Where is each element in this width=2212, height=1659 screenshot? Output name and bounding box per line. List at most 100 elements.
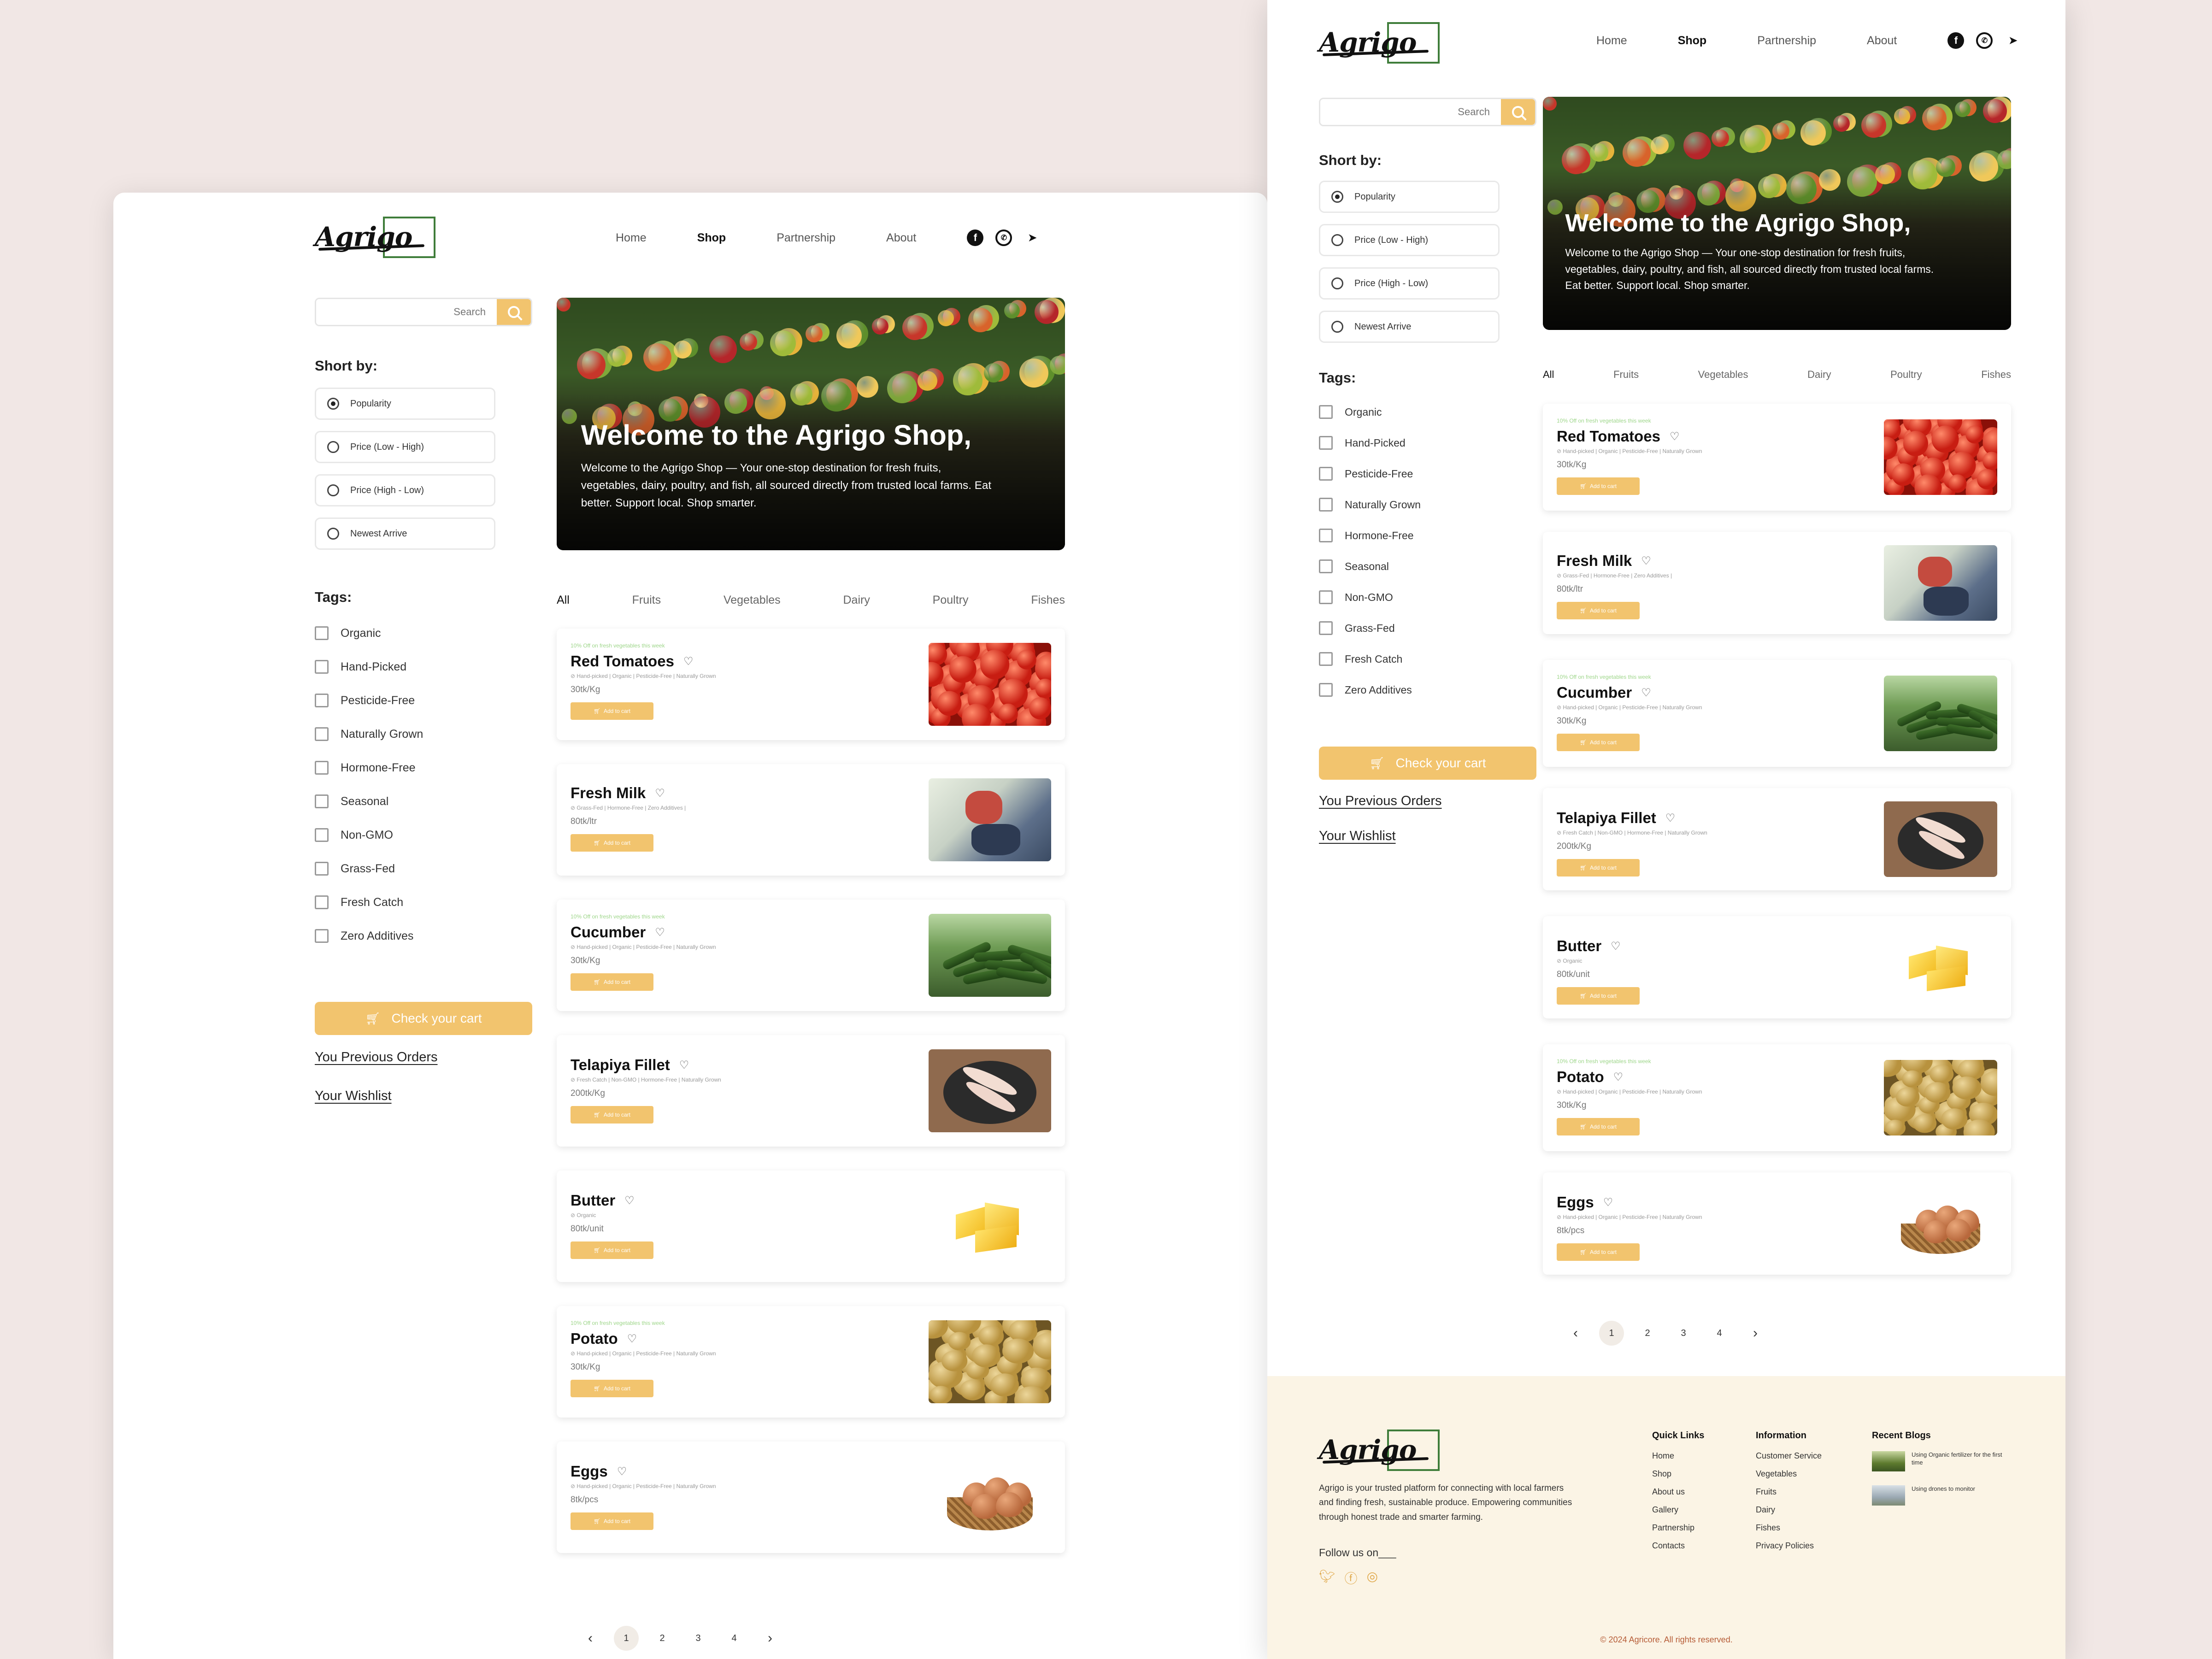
heart-icon[interactable]: ♡ [655,926,665,939]
heart-icon[interactable]: ♡ [617,1465,627,1478]
prev-page-button[interactable]: ‹ [1563,1321,1588,1346]
nav-partnership[interactable]: Partnership [1757,34,1816,47]
checkbox[interactable] [315,862,329,876]
tab-fruits[interactable]: Fruits [632,594,661,607]
sort-option-price-low-high[interactable]: Price (Low - High) [1319,224,1500,256]
tag-filter-fresh-catch[interactable]: Fresh Catch [1319,651,1421,667]
heart-icon[interactable]: ♡ [679,1059,689,1072]
tag-filter-non-gmo[interactable]: Non-GMO [315,827,423,843]
checkbox[interactable] [1319,529,1333,542]
nav-shop[interactable]: Shop [1678,34,1707,47]
checkbox[interactable] [1319,498,1333,512]
footer-link-fruits[interactable]: Fruits [1756,1487,1822,1505]
check-cart-button[interactable]: 🛒︎ Check your cart [1319,747,1536,780]
footer-link-partnership[interactable]: Partnership [1652,1523,1704,1541]
heart-icon[interactable]: ♡ [624,1194,635,1207]
add-to-cart-button[interactable]: 🛒︎ Add to cart [571,1380,653,1397]
nav-about[interactable]: About [1867,34,1897,47]
search-input[interactable] [1320,99,1501,125]
instagram-icon[interactable]: ◎ [1367,1569,1378,1587]
tag-filter-pesticide-free[interactable]: Pesticide-Free [1319,465,1421,482]
search-input[interactable] [316,299,497,325]
checkbox[interactable] [1319,652,1333,666]
add-to-cart-button[interactable]: 🛒︎ Add to cart [571,702,653,720]
tab-poultry[interactable]: Poultry [1890,369,1922,381]
checkbox[interactable] [315,626,329,640]
add-to-cart-button[interactable]: 🛒︎ Add to cart [571,973,653,991]
tag-filter-seasonal[interactable]: Seasonal [315,793,423,810]
prev-page-button[interactable]: ‹ [578,1626,603,1651]
checkbox[interactable] [1319,621,1333,635]
whatsapp-icon[interactable]: ✆ [995,229,1012,246]
product-card[interactable]: Butter ♡ ⊘ Organic 80tk/unit 🛒︎ Add to cart [557,1171,1065,1282]
add-to-cart-button[interactable]: 🛒︎ Add to cart [1557,1243,1640,1261]
checkbox[interactable] [315,929,329,943]
tab-vegetables[interactable]: Vegetables [724,594,781,607]
add-to-cart-button[interactable]: 🛒︎ Add to cart [571,1241,653,1259]
checkbox[interactable] [1319,559,1333,573]
tab-fruits[interactable]: Fruits [1613,369,1639,381]
tag-filter-zero-additives[interactable]: Zero Additives [1319,682,1421,698]
telegram-icon[interactable]: ➤ [1024,229,1041,246]
checkbox[interactable] [315,727,329,741]
tag-filter-organic[interactable]: Organic [1319,404,1421,420]
heart-icon[interactable]: ♡ [683,655,694,668]
add-to-cart-button[interactable]: 🛒︎ Add to cart [571,1512,653,1530]
page-2[interactable]: 2 [1635,1321,1660,1346]
checkbox[interactable] [315,828,329,842]
checkbox[interactable] [315,694,329,707]
add-to-cart-button[interactable]: 🛒︎ Add to cart [1557,859,1640,877]
tab-all[interactable]: All [557,594,570,607]
checkbox[interactable] [1319,683,1333,697]
sort-option-popularity[interactable]: Popularity [1319,181,1500,213]
product-card[interactable]: 10% Off on fresh vegetables this week Red… [557,629,1065,740]
checkbox[interactable] [315,660,329,674]
product-card[interactable]: 10% Off on fresh vegetables this week Pot… [557,1306,1065,1418]
page-4[interactable]: 4 [722,1626,747,1651]
blog-item[interactable]: Using Organic fertilizer for the first t… [1872,1451,2013,1471]
product-card[interactable]: 10% Off on fresh vegetables this week Cuc… [557,900,1065,1011]
heart-icon[interactable]: ♡ [1665,812,1676,825]
site-logo[interactable]: Agrigo [315,217,435,258]
sort-option-price-low-high[interactable]: Price (Low - High) [315,431,495,463]
tag-filter-pesticide-free[interactable]: Pesticide-Free [315,692,423,709]
page-2[interactable]: 2 [650,1626,675,1651]
tag-filter-grass-fed[interactable]: Grass-Fed [1319,620,1421,636]
add-to-cart-button[interactable]: 🛒︎ Add to cart [571,834,653,852]
telegram-icon[interactable]: ➤ [2005,32,2021,49]
tag-filter-grass-fed[interactable]: Grass-Fed [315,860,423,877]
tab-poultry[interactable]: Poultry [933,594,969,607]
footer-logo[interactable]: Agrigo [1319,1430,1440,1471]
heart-icon[interactable]: ♡ [1611,940,1621,953]
tag-filter-hand-picked[interactable]: Hand-Picked [1319,435,1421,451]
sort-option-price-high-low[interactable]: Price (High - Low) [1319,267,1500,300]
facebook-icon[interactable]: f [1947,32,1965,49]
twitter-icon[interactable]: 🐦︎ [1319,1569,1335,1587]
nav-about[interactable]: About [886,231,916,245]
product-card[interactable]: Telapiya Fillet ♡ ⊘ Fresh Catch | Non-GMO … [557,1035,1065,1147]
checkbox[interactable] [315,794,329,808]
add-to-cart-button[interactable]: 🛒︎ Add to cart [571,1106,653,1124]
checkbox[interactable] [315,761,329,775]
tag-filter-hormone-free[interactable]: Hormone-Free [1319,527,1421,544]
product-card[interactable]: Butter ♡ ⊘ Organic 80tk/unit 🛒︎ Add to cart [1543,916,2011,1018]
previous-orders-link[interactable]: You Previous Orders [315,1050,438,1065]
product-card[interactable]: Eggs ♡ ⊘ Hand-picked | Organic | Pesticide… [1543,1172,2011,1275]
search-button[interactable] [497,299,531,325]
nav-home[interactable]: Home [1596,34,1627,47]
site-logo[interactable]: Agrigo [1319,22,1440,64]
heart-icon[interactable]: ♡ [1641,686,1651,700]
check-cart-button[interactable]: 🛒︎ Check your cart [315,1002,532,1035]
product-card[interactable]: Eggs ♡ ⊘ Hand-picked | Organic | Pesticide… [557,1441,1065,1553]
footer-link-privacy[interactable]: Privacy Policies [1756,1541,1822,1559]
sort-option-price-high-low[interactable]: Price (High - Low) [315,474,495,506]
add-to-cart-button[interactable]: 🛒︎ Add to cart [1557,987,1640,1005]
nav-partnership[interactable]: Partnership [777,231,835,245]
tag-filter-seasonal[interactable]: Seasonal [1319,558,1421,575]
page-3[interactable]: 3 [686,1626,711,1651]
product-card[interactable]: 10% Off on fresh vegetables this week Pot… [1543,1044,2011,1151]
page-1[interactable]: 1 [614,1626,639,1651]
footer-link-vegetables[interactable]: Vegetables [1756,1469,1822,1487]
next-page-button[interactable]: › [1743,1321,1768,1346]
tab-fishes[interactable]: Fishes [1031,594,1065,607]
